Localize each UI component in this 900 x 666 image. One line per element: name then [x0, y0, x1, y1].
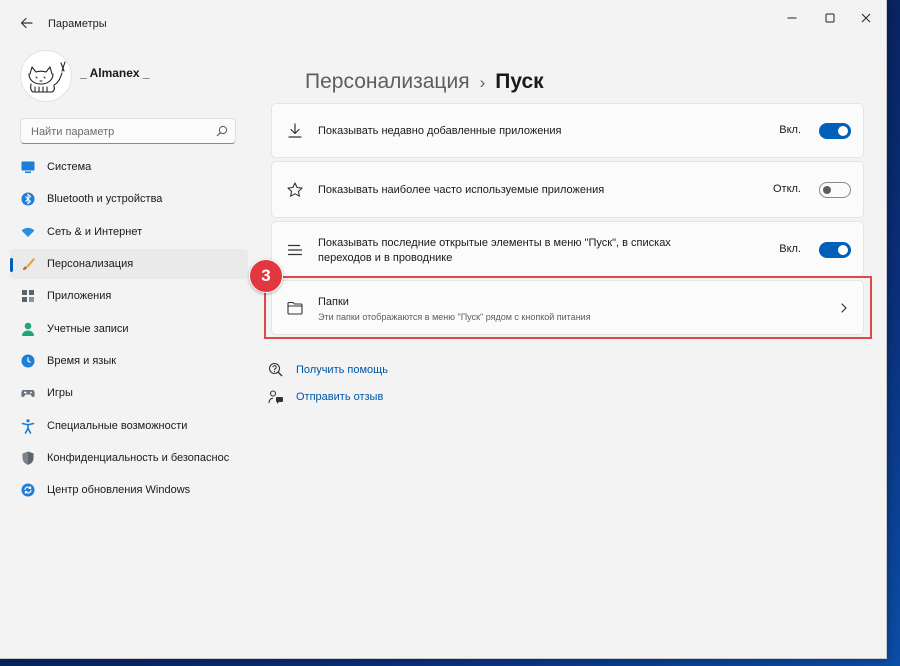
- brush-icon: [20, 256, 36, 272]
- privacy-shield-icon: [20, 450, 36, 466]
- folders-card[interactable]: Папки Эти папки отображаются в меню "Пус…: [271, 280, 864, 335]
- breadcrumb: Персонализация › Пуск: [305, 70, 544, 94]
- settings-window: Параметры _ Almanex _ Найти параметр Сис…: [0, 0, 887, 659]
- sidebar-item-label: Приложения: [47, 290, 112, 303]
- window-title: Параметры: [48, 18, 107, 30]
- help-icon: [268, 362, 284, 378]
- sidebar-item-label: Bluetooth и устройства: [47, 193, 163, 206]
- sidebar-item-personalization[interactable]: Персонализация: [10, 249, 248, 280]
- sidebar-item-network[interactable]: Сеть & и Интернет: [10, 217, 248, 247]
- close-icon[interactable]: [852, 8, 880, 28]
- sidebar-item-label: Специальные возможности: [47, 419, 188, 432]
- back-arrow-icon[interactable]: [16, 12, 38, 34]
- toggle-knob: [823, 186, 831, 194]
- toggle-state-label: Откл.: [772, 183, 801, 195]
- toggle-knob: [838, 245, 848, 255]
- setting-label-line2: переходов и в проводнике: [318, 252, 453, 264]
- toggle-switch[interactable]: [819, 242, 851, 258]
- windows-update-icon: [20, 482, 36, 498]
- toggle-switch[interactable]: [819, 182, 851, 198]
- sidebar-item-label: Система: [47, 161, 92, 173]
- get-help-label: Получить помощь: [296, 364, 388, 376]
- download-icon: [286, 122, 304, 140]
- system-icon: [20, 159, 36, 175]
- time-language-icon: [20, 353, 36, 369]
- sidebar-item-apps[interactable]: Приложения: [10, 281, 248, 311]
- toggle-state-label: Вкл.: [779, 124, 801, 136]
- sidebar-item-windows-update[interactable]: Центр обновления Windows: [10, 475, 248, 505]
- setting-recent-apps: Показывать недавно добавленные приложени…: [271, 103, 864, 158]
- feedback-icon: [268, 389, 284, 405]
- search-input[interactable]: [29, 123, 213, 141]
- setting-label: Показывать наиболее часто используемые п…: [318, 184, 605, 196]
- sidebar-item-label: Центр обновления Windows: [47, 484, 191, 497]
- folders-subtitle: Эти папки отображаются в меню "Пуск" ряд…: [318, 312, 591, 322]
- list-lines-icon: [286, 241, 304, 259]
- sidebar-item-label: Время и язык: [47, 355, 117, 368]
- breadcrumb-parent[interactable]: Персонализация: [305, 70, 470, 93]
- gaming-icon: [20, 385, 36, 401]
- sidebar-item-accessibility[interactable]: Специальные возможности: [10, 411, 248, 441]
- breadcrumb-separator: ›: [479, 73, 486, 92]
- account-icon: [20, 321, 36, 337]
- setting-label: Показывать последние открытые элементы в…: [318, 236, 671, 266]
- sidebar-item-label: Игры: [47, 387, 73, 400]
- maximize-icon[interactable]: [816, 8, 844, 28]
- send-feedback-label: Отправить отзыв: [296, 391, 384, 403]
- search-box[interactable]: [20, 118, 236, 144]
- sidebar-item-time-language[interactable]: Время и язык: [10, 346, 248, 376]
- network-icon: [20, 224, 36, 240]
- folder-icon: [286, 299, 304, 317]
- get-help-link[interactable]: Получить помощь: [268, 362, 388, 378]
- apps-icon: [20, 288, 36, 304]
- minimize-icon[interactable]: [778, 8, 806, 28]
- setting-frequent-apps: Показывать наиболее часто используемые п…: [271, 161, 864, 218]
- toggle-knob: [838, 126, 848, 136]
- sidebar-item-system[interactable]: Система: [10, 152, 248, 182]
- sidebar-item-label: Персонализация: [47, 258, 134, 271]
- sidebar-item-privacy[interactable]: Конфиденциальность и безопаснос: [10, 443, 248, 473]
- avatar[interactable]: [20, 50, 72, 102]
- page-title: Пуск: [495, 70, 544, 93]
- sidebar-item-label: Учетные записи: [47, 322, 129, 335]
- search-icon[interactable]: [215, 124, 229, 138]
- sidebar-item-bluetooth[interactable]: Bluetooth и устройства: [10, 184, 248, 214]
- sidebar-item-label: Сеть & и Интернет: [47, 225, 143, 238]
- star-icon: [286, 181, 304, 199]
- folders-text: Папки Эти папки отображаются в меню "Пус…: [318, 295, 591, 325]
- accessibility-icon: [20, 418, 36, 434]
- title-bar: Параметры: [0, 0, 886, 40]
- step-badge: 3: [249, 259, 283, 293]
- cat-avatar-icon: [28, 61, 66, 93]
- toggle-state-label: Вкл.: [779, 243, 801, 255]
- sidebar-nav: Система Bluetooth и устройства Сеть & и …: [10, 152, 248, 508]
- toggle-switch[interactable]: [819, 123, 851, 139]
- send-feedback-link[interactable]: Отправить отзыв: [268, 389, 383, 405]
- folders-title: Папки: [318, 296, 349, 308]
- setting-recent-items: Показывать последние открытые элементы в…: [271, 221, 864, 277]
- setting-label-line1: Показывать последние открытые элементы в…: [318, 237, 671, 249]
- setting-label: Показывать недавно добавленные приложени…: [318, 125, 562, 137]
- username: _ Almanex _: [80, 66, 150, 80]
- chevron-right-icon: [837, 301, 851, 315]
- sidebar-item-label: Конфиденциальность и безопаснос: [47, 452, 230, 465]
- sidebar-item-gaming[interactable]: Игры: [10, 378, 248, 408]
- bluetooth-icon: [20, 191, 36, 207]
- sidebar-item-accounts[interactable]: Учетные записи: [10, 314, 248, 344]
